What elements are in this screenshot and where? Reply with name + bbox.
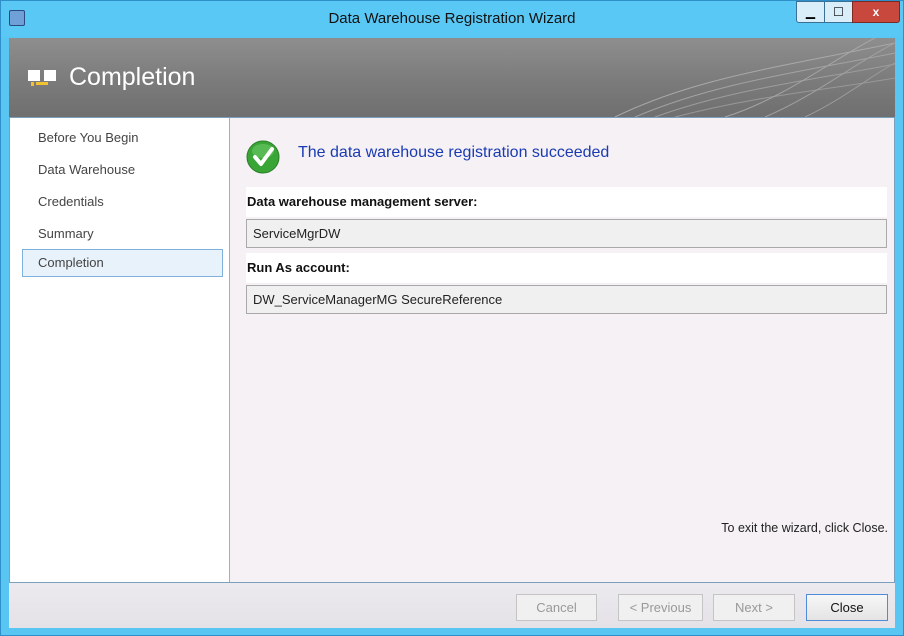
run-as-value: DW_ServiceManagerMG SecureReference — [246, 285, 887, 314]
button-bar: Cancel < Previous Next > Close — [9, 583, 895, 628]
page-title: Completion — [69, 63, 196, 91]
success-check-icon — [246, 140, 280, 174]
wizard-content: Before You Begin Data Warehouse Credenti… — [9, 117, 895, 583]
nav-item-completion[interactable]: Completion — [22, 249, 223, 277]
header-banner: Completion — [9, 38, 895, 117]
main-panel: The data warehouse registration succeede… — [230, 118, 894, 582]
maximize-button[interactable]: ☐ — [824, 1, 853, 23]
close-button[interactable]: Close — [806, 594, 888, 621]
previous-button[interactable]: < Previous — [618, 594, 703, 621]
nav-item-data-warehouse[interactable]: Data Warehouse — [22, 156, 223, 184]
wizard-pages-icon — [28, 70, 56, 86]
window-title: Data Warehouse Registration Wizard — [328, 10, 576, 27]
cancel-button[interactable]: Cancel — [516, 594, 597, 621]
nav-item-summary[interactable]: Summary — [22, 220, 223, 248]
wizard-nav: Before You Begin Data Warehouse Credenti… — [10, 118, 230, 582]
exit-hint: To exit the wizard, click Close. — [721, 521, 888, 535]
nav-item-before-you-begin[interactable]: Before You Begin — [22, 124, 223, 152]
dw-server-value: ServiceMgrDW — [246, 219, 887, 248]
wizard-window: Data Warehouse Registration Wizard ▁ ☐ x… — [0, 0, 904, 636]
banner-decoration — [614, 38, 895, 117]
dw-server-label: Data warehouse management server: — [246, 187, 887, 217]
status-message: The data warehouse registration succeede… — [298, 144, 610, 161]
next-button[interactable]: Next > — [713, 594, 795, 621]
run-as-label: Run As account: — [246, 253, 887, 283]
minimize-button[interactable]: ▁ — [796, 1, 825, 23]
nav-item-credentials[interactable]: Credentials — [22, 188, 223, 216]
close-window-button[interactable]: x — [852, 1, 900, 23]
title-bar: Data Warehouse Registration Wizard ▁ ☐ x — [1, 1, 903, 37]
